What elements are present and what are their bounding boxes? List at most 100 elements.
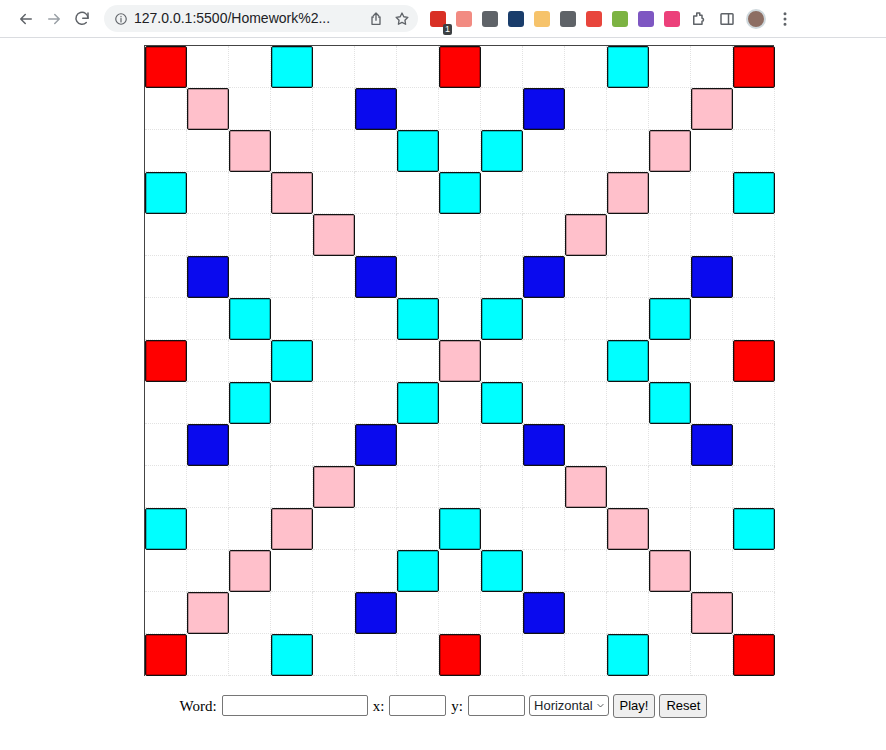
board-square[interactable]	[481, 46, 523, 88]
board-square[interactable]	[691, 298, 733, 340]
extension-icon[interactable]	[534, 11, 550, 27]
board-square[interactable]	[229, 508, 271, 550]
board-square[interactable]	[523, 88, 565, 130]
play-button[interactable]: Play!	[613, 694, 656, 718]
board-square[interactable]	[481, 466, 523, 508]
board-square[interactable]	[313, 466, 355, 508]
board-square[interactable]	[355, 382, 397, 424]
board-square[interactable]	[229, 88, 271, 130]
board-square[interactable]	[313, 508, 355, 550]
board-square[interactable]	[607, 466, 649, 508]
board-square[interactable]	[145, 88, 187, 130]
board-square[interactable]	[733, 466, 775, 508]
board-square[interactable]	[439, 214, 481, 256]
board-square[interactable]	[271, 508, 313, 550]
board-square[interactable]	[649, 424, 691, 466]
board-square[interactable]	[523, 340, 565, 382]
board-square[interactable]	[607, 382, 649, 424]
board-square[interactable]	[439, 550, 481, 592]
board-square[interactable]	[145, 46, 187, 88]
extension-icon[interactable]	[664, 11, 680, 27]
board-square[interactable]	[481, 550, 523, 592]
extension-icon[interactable]	[560, 11, 576, 27]
board-square[interactable]	[439, 592, 481, 634]
board-square[interactable]	[481, 592, 523, 634]
direction-select[interactable]: Horizontal	[529, 695, 609, 716]
board-square[interactable]	[187, 382, 229, 424]
board-square[interactable]	[355, 130, 397, 172]
board-square[interactable]	[355, 46, 397, 88]
board-square[interactable]	[607, 214, 649, 256]
extension-icon[interactable]	[482, 11, 498, 27]
board-square[interactable]	[313, 214, 355, 256]
board-square[interactable]	[733, 88, 775, 130]
board-square[interactable]	[145, 130, 187, 172]
board-square[interactable]	[397, 382, 439, 424]
extension-icon[interactable]	[612, 11, 628, 27]
board-square[interactable]	[313, 592, 355, 634]
board-square[interactable]	[271, 214, 313, 256]
board-square[interactable]	[649, 634, 691, 676]
board-square[interactable]	[733, 130, 775, 172]
dropdown-arrow-icon[interactable]	[596, 701, 605, 710]
board-square[interactable]	[229, 466, 271, 508]
board-square[interactable]	[397, 130, 439, 172]
board-square[interactable]	[145, 508, 187, 550]
board-square[interactable]	[229, 382, 271, 424]
board-square[interactable]	[355, 592, 397, 634]
board-square[interactable]	[439, 634, 481, 676]
board-square[interactable]	[187, 466, 229, 508]
board-square[interactable]	[481, 382, 523, 424]
direction-value[interactable]: Horizontal	[534, 696, 593, 716]
board-square[interactable]	[481, 634, 523, 676]
board-square[interactable]	[313, 46, 355, 88]
board-square[interactable]	[397, 172, 439, 214]
board-square[interactable]	[313, 256, 355, 298]
board-square[interactable]	[565, 466, 607, 508]
board-square[interactable]	[271, 466, 313, 508]
board-square[interactable]	[271, 340, 313, 382]
extension-icon[interactable]	[586, 11, 602, 27]
board-square[interactable]	[523, 298, 565, 340]
board-square[interactable]	[187, 340, 229, 382]
board-square[interactable]	[313, 298, 355, 340]
board-square[interactable]	[523, 508, 565, 550]
board-square[interactable]	[733, 46, 775, 88]
board-square[interactable]	[355, 634, 397, 676]
board-square[interactable]	[691, 130, 733, 172]
board-square[interactable]	[397, 88, 439, 130]
board-square[interactable]	[733, 382, 775, 424]
board-square[interactable]	[439, 340, 481, 382]
board-square[interactable]	[397, 424, 439, 466]
board-square[interactable]	[733, 298, 775, 340]
board-square[interactable]	[481, 424, 523, 466]
board-square[interactable]	[397, 466, 439, 508]
board-square[interactable]	[313, 172, 355, 214]
board-square[interactable]	[145, 214, 187, 256]
board-square[interactable]	[565, 214, 607, 256]
board-square[interactable]	[229, 130, 271, 172]
y-input[interactable]	[468, 695, 525, 716]
board-square[interactable]	[439, 424, 481, 466]
board-square[interactable]	[271, 592, 313, 634]
board-square[interactable]	[187, 214, 229, 256]
board-square[interactable]	[649, 88, 691, 130]
board-square[interactable]	[565, 172, 607, 214]
share-icon[interactable]	[368, 11, 384, 27]
board-square[interactable]	[355, 172, 397, 214]
sidebar-icon[interactable]	[718, 10, 736, 28]
board-square[interactable]	[691, 592, 733, 634]
board-square[interactable]	[355, 256, 397, 298]
board-square[interactable]	[607, 340, 649, 382]
board-square[interactable]	[397, 592, 439, 634]
board-square[interactable]	[649, 172, 691, 214]
board-square[interactable]	[481, 130, 523, 172]
board-square[interactable]	[733, 172, 775, 214]
board-square[interactable]	[649, 298, 691, 340]
board-square[interactable]	[313, 382, 355, 424]
board-square[interactable]	[691, 382, 733, 424]
board-square[interactable]	[607, 508, 649, 550]
board-square[interactable]	[145, 172, 187, 214]
board-square[interactable]	[355, 466, 397, 508]
reset-button[interactable]: Reset	[659, 694, 707, 718]
